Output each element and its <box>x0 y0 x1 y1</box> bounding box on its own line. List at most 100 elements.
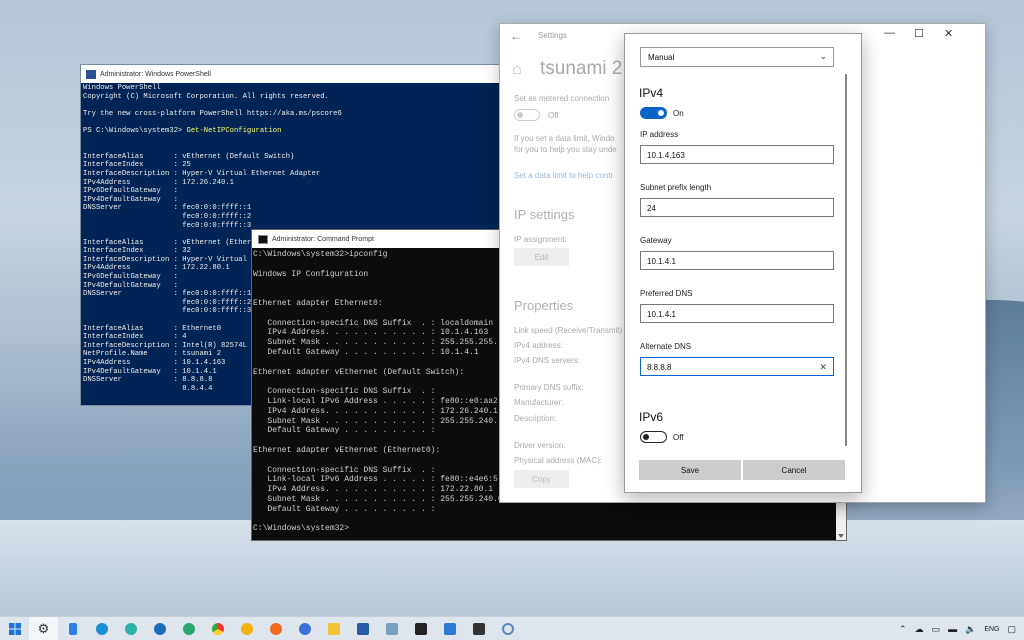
ipv6-heading: IPv6 <box>639 410 664 424</box>
scroll-down-icon[interactable] <box>838 534 844 538</box>
chevron-down-icon: ⌄ <box>819 51 827 61</box>
taskbar-terminal[interactable] <box>406 617 435 640</box>
preferred-dns-label: Preferred DNS <box>640 289 693 298</box>
gateway-label: Gateway <box>640 236 672 245</box>
taskbar-edge[interactable] <box>87 617 116 640</box>
edge-dev-icon <box>153 622 166 635</box>
driver-version-label: Driver version: <box>514 441 566 450</box>
taskbar-edge-beta[interactable] <box>116 617 145 640</box>
physical-address-label: Physical address (MAC): <box>514 456 603 465</box>
edit-button[interactable]: Edit <box>514 248 569 266</box>
monitor-icon[interactable]: ▭ <box>932 624 941 635</box>
battery-icon[interactable]: ▬ <box>948 624 957 634</box>
powershell-titlebar[interactable]: Administrator: Windows PowerShell <box>81 65 509 83</box>
notification-icon[interactable]: ▢ <box>1007 624 1016 635</box>
ip-mode-value: Manual <box>648 53 675 62</box>
cloud-icon[interactable]: ☁ <box>915 624 924 635</box>
console-line: Windows PowerShell <box>83 84 161 92</box>
ipv4-toggle[interactable] <box>640 107 667 119</box>
edit-ip-dialog[interactable]: Manual ⌄ IPv4 On IP address 10.1.4.163 S… <box>624 33 862 493</box>
gateway-field[interactable]: 10.1.4.1 <box>640 251 834 270</box>
powershell-icon <box>356 622 369 635</box>
firefox-dev-icon <box>298 622 311 635</box>
copy-button[interactable]: Copy <box>514 470 569 488</box>
preferred-dns-field[interactable]: 10.1.4.1 <box>640 304 834 323</box>
console-line: DNSServer : fec0:0:0:ffff::1 <box>83 204 252 213</box>
minimize-button[interactable]: — <box>884 27 895 39</box>
file-explorer-icon <box>327 622 340 635</box>
taskbar-file[interactable] <box>58 617 87 640</box>
gateway-value: 10.1.4.1 <box>647 257 676 266</box>
taskbar-firefox-dev[interactable] <box>290 617 319 640</box>
home-icon[interactable]: ⌂ <box>512 61 522 79</box>
console-line: IPv4DefaultGateway : <box>83 195 178 204</box>
taskbar-edge-canary[interactable] <box>174 617 203 640</box>
clear-icon[interactable]: ✕ <box>819 362 827 373</box>
close-button[interactable]: ✕ <box>944 27 953 40</box>
network-icon <box>501 622 514 635</box>
ip-settings-heading: IP settings <box>514 207 575 222</box>
console-line: IPv4Address : 172.26.240.1 <box>83 178 234 187</box>
taskbar-chrome[interactable] <box>203 617 232 640</box>
cancel-button[interactable]: Cancel <box>743 460 845 480</box>
taskbar-cmd[interactable] <box>377 617 406 640</box>
taskbar-photos[interactable] <box>435 617 464 640</box>
taskbar-powershell[interactable] <box>348 617 377 640</box>
primary-dns-suffix-label: Primary DNS suffix: <box>514 383 584 392</box>
maximize-button[interactable]: ☐ <box>914 27 924 40</box>
volume-icon[interactable]: 🔈 <box>965 624 976 635</box>
photos-icon <box>443 622 456 635</box>
powershell-icon <box>86 69 96 79</box>
alternate-dns-label: Alternate DNS <box>640 342 692 351</box>
preferred-dns-value: 10.1.4.1 <box>647 310 676 319</box>
console-line: InterfaceIndex : 25 <box>83 161 191 170</box>
chrome-icon <box>211 622 224 635</box>
console-line: PS C:\Windows\system32> Get-NetIPConfigu… <box>83 126 282 135</box>
taskbar-chrome-canary[interactable] <box>232 617 261 640</box>
subnet-label: Subnet prefix length <box>640 183 712 192</box>
cmd-icon <box>385 622 398 635</box>
taskbar: ⚙ ⌃ ☁ ▭ ▬ 🔈 ENG ▢ <box>0 616 1024 640</box>
ip-address-field[interactable]: 10.1.4.163 <box>640 145 834 164</box>
taskbar-settings[interactable]: ⚙ <box>29 616 58 640</box>
taskbar-file-explorer[interactable] <box>319 617 348 640</box>
taskbar-firefox[interactable] <box>261 617 290 640</box>
metered-toggle[interactable] <box>514 109 540 121</box>
taskbar-wsl[interactable] <box>464 617 493 640</box>
subnet-value: 24 <box>647 204 656 213</box>
subnet-field[interactable]: 24 <box>640 198 834 217</box>
ip-address-value: 10.1.4.163 <box>647 151 685 160</box>
data-limit-link[interactable]: Set a data limit to help contr <box>514 171 613 180</box>
ipv4-toggle-state: On <box>673 109 684 118</box>
back-arrow-icon[interactable]: ← <box>510 29 522 43</box>
ipv6-toggle-state: Off <box>673 433 684 442</box>
ipv6-toggle[interactable] <box>640 431 667 443</box>
chevron-up-icon[interactable]: ⌃ <box>899 624 907 635</box>
console-command: Get-NetIPConfiguration <box>186 126 282 135</box>
console-line: fec0:0:0:ffff::2 <box>83 212 252 221</box>
start-icon <box>8 622 21 635</box>
edge-canary-icon <box>182 622 195 635</box>
ip-mode-select[interactable]: Manual ⌄ <box>640 47 834 67</box>
console-line: Try the new cross-platform PowerShell ht… <box>83 109 342 118</box>
ipv4-dns-label: IPv4 DNS servers: <box>514 356 580 365</box>
powershell-title: Administrator: Windows PowerShell <box>100 70 211 78</box>
network-name-title: tsunami 2 <box>540 58 623 79</box>
language-indicator[interactable]: ENG <box>984 626 999 633</box>
start-button[interactable] <box>0 617 29 640</box>
alternate-dns-value: 8.8.8.8 <box>647 363 672 372</box>
save-button[interactable]: Save <box>639 460 741 480</box>
alternate-dns-field[interactable]: 8.8.8.8 ✕ <box>640 357 834 376</box>
metered-label: Set as metered connection <box>514 94 610 103</box>
dialog-scrollbar[interactable] <box>845 74 847 446</box>
settings-title: Settings <box>538 31 567 40</box>
properties-heading: Properties <box>514 298 574 313</box>
link-speed-label: Link speed (Receive/Transmit) <box>514 326 623 335</box>
taskbar-edge-dev[interactable] <box>145 617 174 640</box>
cmd-icon <box>258 234 268 244</box>
taskbar-network[interactable] <box>493 617 522 640</box>
